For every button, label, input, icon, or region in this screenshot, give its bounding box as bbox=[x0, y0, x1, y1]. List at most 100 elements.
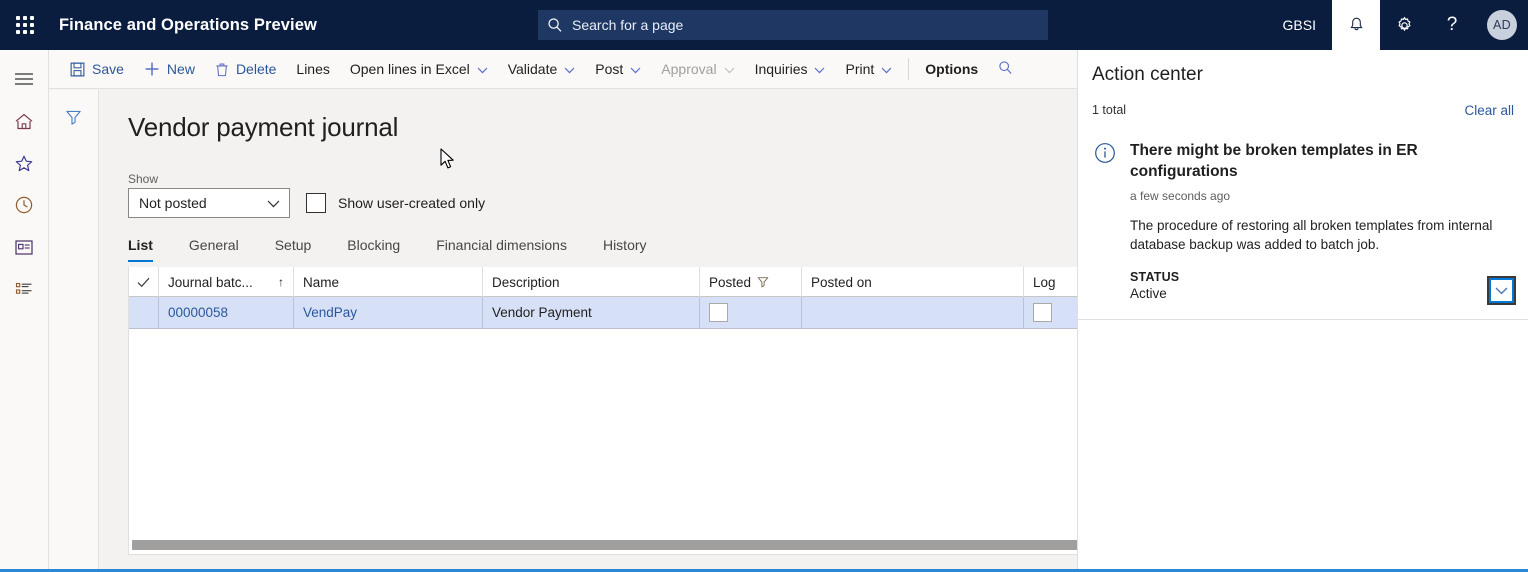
lines-button[interactable]: Lines bbox=[286, 50, 339, 89]
show-filter-label: Show bbox=[128, 172, 159, 186]
inquiries-label: Inquiries bbox=[754, 61, 808, 77]
save-icon bbox=[70, 62, 85, 77]
options-label: Options bbox=[925, 61, 979, 77]
cell-posted[interactable] bbox=[700, 297, 802, 328]
command-bar-separator bbox=[908, 58, 910, 80]
sort-ascending-icon: ↑ bbox=[278, 275, 284, 289]
cell-posted-on[interactable] bbox=[802, 297, 1024, 328]
column-header-description[interactable]: Description bbox=[483, 267, 700, 297]
save-label: Save bbox=[92, 61, 124, 77]
chevron-down-icon bbox=[1489, 278, 1514, 303]
tab-history[interactable]: History bbox=[585, 230, 665, 262]
checkmark-icon bbox=[137, 277, 150, 287]
new-button[interactable]: New bbox=[134, 50, 205, 89]
row-select-cell[interactable] bbox=[129, 297, 159, 328]
tab-blocking-label: Blocking bbox=[347, 237, 401, 253]
app-title: Finance and Operations Preview bbox=[59, 15, 317, 34]
search-icon bbox=[538, 17, 572, 33]
options-button[interactable]: Options bbox=[915, 50, 988, 89]
column-label: Log bbox=[1033, 274, 1056, 290]
company-selector[interactable]: GBSI bbox=[1267, 0, 1332, 50]
posted-checkbox[interactable] bbox=[709, 303, 728, 322]
open-lines-in-excel-label: Open lines in Excel bbox=[349, 61, 470, 77]
info-circle-icon bbox=[1094, 140, 1130, 301]
notification-expand-button[interactable] bbox=[1487, 276, 1516, 305]
application-window: Finance and Operations Preview Search fo… bbox=[0, 0, 1528, 572]
column-header-journal-batch-number[interactable]: Journal batc... ↑ bbox=[159, 267, 294, 297]
show-user-created-only-checkbox[interactable]: Show user-created only bbox=[306, 188, 485, 218]
home-icon[interactable] bbox=[2, 100, 46, 142]
app-launcher-icon[interactable] bbox=[0, 0, 50, 50]
post-label: Post bbox=[595, 61, 624, 77]
command-search-button[interactable] bbox=[988, 50, 1023, 89]
delete-label: Delete bbox=[235, 61, 277, 77]
validate-button[interactable]: Validate bbox=[498, 50, 586, 89]
global-search-box[interactable]: Search for a page bbox=[538, 10, 1048, 40]
notification-status-value: Active bbox=[1130, 286, 1167, 301]
open-lines-in-excel-button[interactable]: Open lines in Excel bbox=[340, 50, 498, 89]
show-filter-select[interactable]: Not posted bbox=[128, 188, 290, 218]
notification-timestamp: a few seconds ago bbox=[1130, 189, 1231, 203]
tab-general-label: General bbox=[188, 237, 239, 253]
cell-description[interactable]: Vendor Payment bbox=[483, 297, 700, 328]
column-label: Description bbox=[492, 274, 560, 290]
column-header-posted[interactable]: Posted bbox=[700, 267, 802, 297]
print-button[interactable]: Print bbox=[835, 50, 902, 89]
chevron-down-icon bbox=[724, 61, 735, 77]
checkbox-box bbox=[306, 193, 326, 213]
select-all-header[interactable] bbox=[129, 267, 159, 297]
column-header-name[interactable]: Name bbox=[294, 267, 483, 297]
chevron-down-icon bbox=[814, 61, 825, 77]
new-label: New bbox=[166, 61, 195, 77]
cell-journal-batch-number[interactable]: 00000058 bbox=[159, 297, 294, 328]
print-label: Print bbox=[845, 61, 875, 77]
cell-name[interactable]: VendPay bbox=[294, 297, 483, 328]
approval-button: Approval bbox=[651, 50, 744, 89]
avatar: AD bbox=[1487, 10, 1517, 40]
star-icon[interactable] bbox=[2, 142, 46, 184]
save-button[interactable]: Save bbox=[60, 50, 134, 89]
notification-item[interactable]: There might be broken templates in ER co… bbox=[1078, 140, 1528, 320]
user-avatar-button[interactable]: AD bbox=[1476, 0, 1528, 50]
clock-icon[interactable] bbox=[2, 184, 46, 226]
clear-all-button[interactable]: Clear all bbox=[1464, 103, 1514, 118]
chevron-down-icon bbox=[630, 61, 641, 77]
filter-funnel-icon[interactable] bbox=[57, 102, 91, 132]
help-button[interactable]: ? bbox=[1428, 0, 1476, 50]
action-center-total-count: 1 total bbox=[1092, 103, 1127, 117]
tab-financial-dimensions[interactable]: Financial dimensions bbox=[418, 230, 585, 262]
search-icon bbox=[998, 60, 1013, 78]
tab-financial-dimensions-label: Financial dimensions bbox=[436, 237, 567, 253]
tab-blocking[interactable]: Blocking bbox=[329, 230, 418, 262]
settings-button[interactable] bbox=[1380, 0, 1428, 50]
log-checkbox[interactable] bbox=[1033, 303, 1052, 322]
filter-funnel-icon bbox=[757, 276, 769, 288]
tab-general[interactable]: General bbox=[171, 230, 257, 262]
notification-heading: There might be broken templates in ER co… bbox=[1130, 142, 1418, 180]
show-user-created-only-label: Show user-created only bbox=[338, 195, 486, 211]
workspace-icon[interactable] bbox=[2, 226, 46, 268]
trash-icon bbox=[215, 62, 229, 77]
inquiries-button[interactable]: Inquiries bbox=[745, 50, 836, 89]
tab-history-label: History bbox=[602, 237, 647, 253]
notification-status-label: STATUS bbox=[1130, 270, 1180, 284]
page-title: Vendor payment journal bbox=[128, 112, 399, 142]
tab-list[interactable]: List bbox=[128, 230, 171, 262]
top-bar-right-actions: GBSI ? AD bbox=[1267, 0, 1528, 50]
column-header-posted-on[interactable]: Posted on bbox=[802, 267, 1024, 297]
bell-icon bbox=[1349, 17, 1363, 31]
plus-icon bbox=[144, 61, 160, 77]
menu-icon[interactable] bbox=[2, 58, 46, 100]
column-label: Posted on bbox=[811, 274, 872, 290]
tab-setup[interactable]: Setup bbox=[257, 230, 330, 262]
notifications-button[interactable] bbox=[1332, 0, 1380, 50]
delete-button[interactable]: Delete bbox=[205, 50, 286, 89]
lines-label: Lines bbox=[296, 61, 330, 77]
post-button[interactable]: Post bbox=[585, 50, 651, 89]
gear-icon bbox=[1398, 16, 1410, 31]
filter-pane bbox=[49, 90, 99, 572]
chevron-down-icon bbox=[267, 195, 280, 211]
action-center-title: Action center bbox=[1092, 64, 1203, 85]
modules-icon[interactable] bbox=[2, 268, 46, 310]
column-label: Posted bbox=[709, 274, 752, 290]
